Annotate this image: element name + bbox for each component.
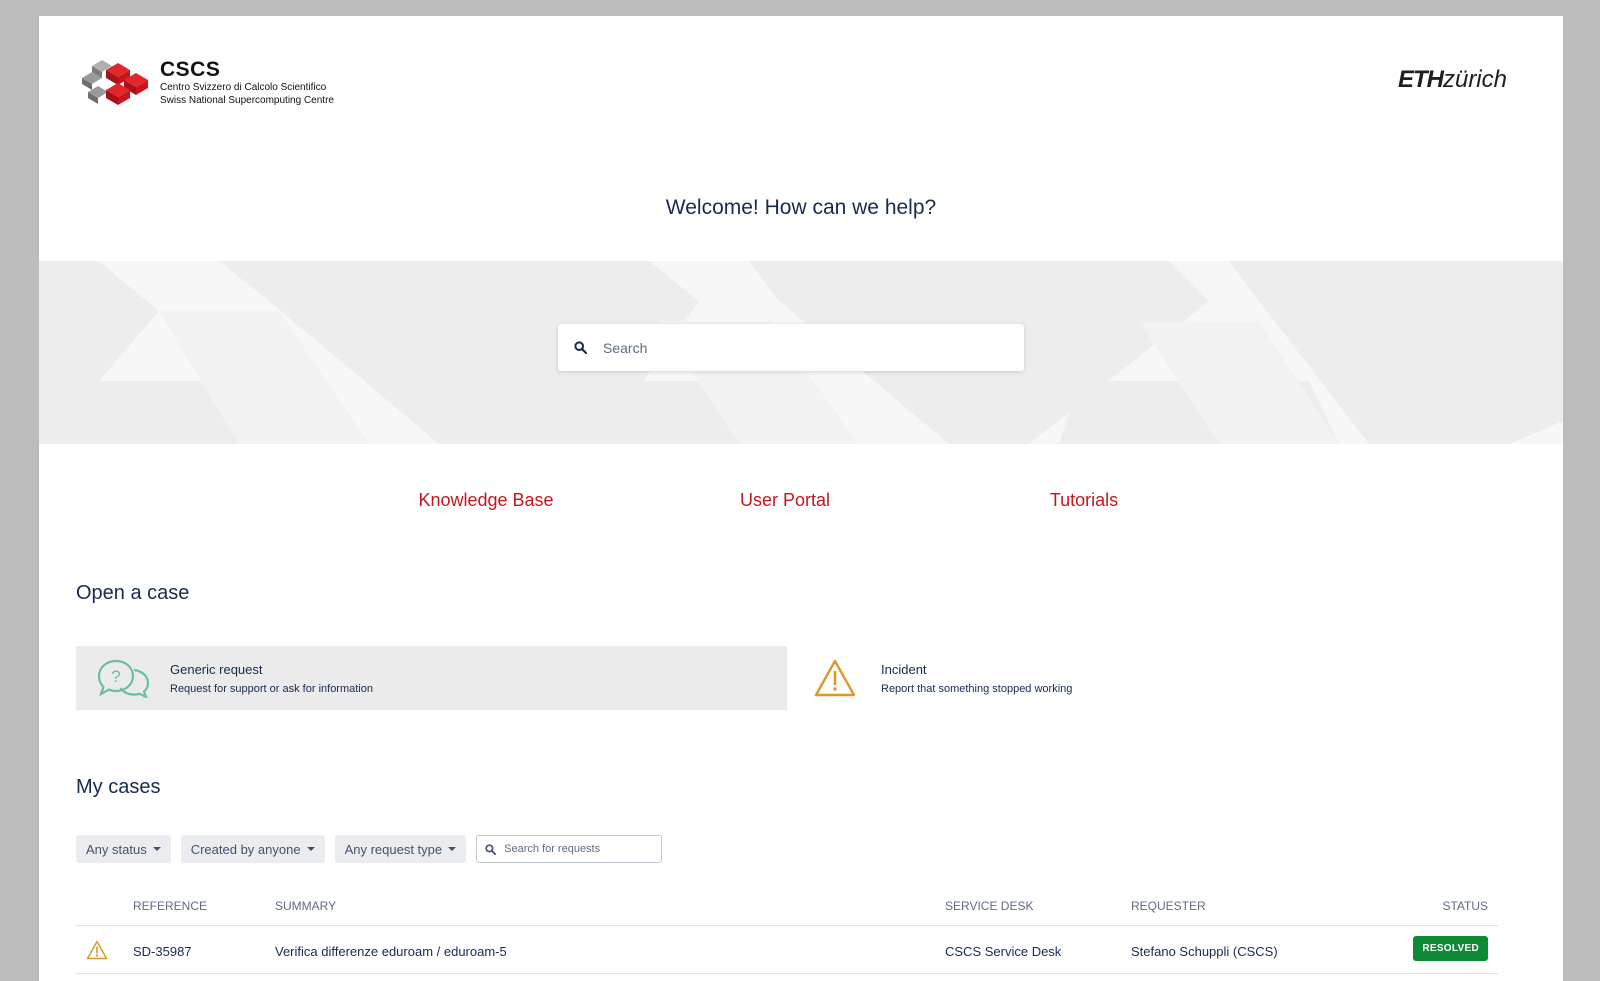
- generic-request-description: Request for support or ask for informati…: [170, 682, 373, 695]
- question-bubbles-icon: ?: [96, 656, 152, 700]
- case-filters: Any status Created by anyone Any request…: [76, 835, 663, 863]
- case-service-desk: CSCS Service Desk: [945, 944, 1062, 959]
- request-type-filter-dropdown[interactable]: Any request type: [334, 835, 467, 863]
- table-row[interactable]: SD-35987 Verifica differenze eduroam / e…: [76, 926, 1498, 974]
- svg-text:?: ?: [111, 667, 120, 686]
- open-case-heading: Open a case: [76, 582, 190, 604]
- request-search-input[interactable]: [504, 843, 655, 855]
- link-tutorials[interactable]: Tutorials: [1050, 490, 1118, 511]
- warning-icon: [807, 656, 863, 700]
- warning-icon: [86, 940, 108, 963]
- status-filter-label: Any status: [86, 841, 147, 857]
- case-summary[interactable]: Verifica differenze eduroam / eduroam-5: [275, 944, 507, 959]
- request-search-box[interactable]: [476, 835, 663, 863]
- search-input[interactable]: [603, 339, 1003, 356]
- cases-table: REFERENCE SUMMARY SERVICE DESK REQUESTER…: [76, 896, 1498, 974]
- generic-request-title: Generic request: [170, 661, 263, 677]
- knowledge-search-box[interactable]: [558, 324, 1024, 371]
- column-requester[interactable]: REQUESTER: [1131, 899, 1206, 913]
- request-type-filter-label: Any request type: [344, 841, 443, 857]
- chevron-down-icon: [306, 847, 315, 851]
- created-by-filter-label: Created by anyone: [190, 841, 301, 857]
- column-reference[interactable]: REFERENCE: [133, 899, 207, 913]
- search-icon: [485, 843, 497, 855]
- eth-logo-bold: ETH: [1397, 66, 1444, 93]
- service-desk-page: CSCS Centro Svizzero di Calcolo Scientif…: [39, 16, 1563, 981]
- link-user-portal[interactable]: User Portal: [740, 490, 830, 511]
- brand-line-2: Swiss National Supercomputing Centre: [160, 95, 334, 106]
- column-summary[interactable]: SUMMARY: [275, 899, 336, 913]
- brand-line-1: Centro Svizzero di Calcolo Scientifico: [160, 82, 327, 93]
- column-service-desk[interactable]: SERVICE DESK: [945, 899, 1033, 913]
- eth-logo-rest: zürich: [1442, 66, 1507, 93]
- chevron-down-icon: [152, 847, 161, 851]
- status-badge: RESOLVED: [1413, 936, 1488, 961]
- case-reference-link[interactable]: SD-35987: [133, 944, 192, 959]
- eth-zurich-logo[interactable]: ETHzürich: [1398, 66, 1507, 94]
- incident-description: Report that something stopped working: [881, 682, 1073, 695]
- chevron-down-icon: [448, 847, 457, 851]
- cscs-cubes-logo-icon: [82, 60, 148, 105]
- link-knowledge-base[interactable]: Knowledge Base: [418, 490, 553, 511]
- table-header: REFERENCE SUMMARY SERVICE DESK REQUESTER…: [76, 896, 1498, 926]
- search-icon: [574, 341, 587, 354]
- case-requester: Stefano Schuppli (CSCS): [1131, 944, 1278, 959]
- column-status[interactable]: STATUS: [1442, 899, 1488, 913]
- request-type-generic[interactable]: ? Generic request Request for support or…: [76, 646, 787, 710]
- incident-title: Incident: [881, 661, 927, 677]
- status-filter-dropdown[interactable]: Any status: [76, 835, 171, 863]
- request-type-incident[interactable]: Incident Report that something stopped w…: [787, 646, 1487, 710]
- brand-name: CSCS: [160, 58, 221, 81]
- my-cases-heading: My cases: [76, 776, 161, 798]
- created-by-filter-dropdown[interactable]: Created by anyone: [180, 835, 325, 863]
- welcome-heading: Welcome! How can we help?: [665, 196, 937, 219]
- cscs-logo[interactable]: CSCS Centro Svizzero di Calcolo Scientif…: [80, 56, 334, 110]
